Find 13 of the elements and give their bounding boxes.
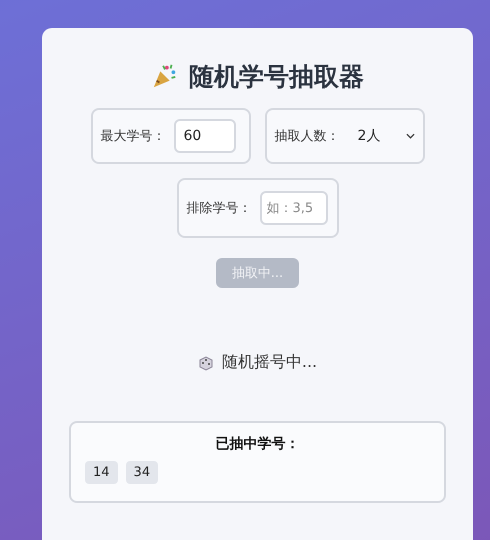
- field-label: 抽取人数：: [274, 128, 340, 145]
- field-label: 排除学号：: [186, 200, 252, 217]
- status-text: 随机摇号中...: [222, 352, 318, 373]
- chevron-down-icon: [406, 133, 414, 139]
- input-field[interactable]: 如：3,5: [260, 191, 328, 225]
- results-heading: 已抽中学号：: [214, 435, 300, 453]
- number-chip: 14: [85, 461, 118, 484]
- input-field[interactable]: 60: [174, 119, 236, 153]
- field-label: 最大学号：: [100, 128, 166, 145]
- number-chip: 34: [126, 461, 158, 484]
- count-dropdown[interactable]: 2人: [348, 127, 414, 145]
- dice-icon: [198, 354, 214, 370]
- app-title: 随机学号抽取器: [189, 60, 364, 92]
